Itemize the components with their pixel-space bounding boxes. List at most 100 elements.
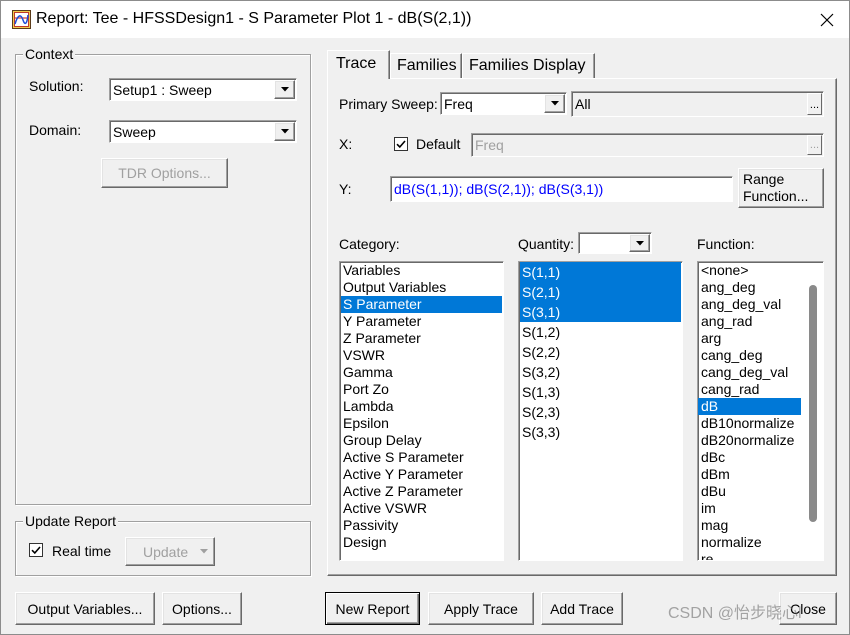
category-list-item[interactable]: S Parameter	[341, 296, 502, 313]
category-list-item[interactable]: Y Parameter	[341, 313, 502, 330]
quantity-list-item[interactable]: S(3,1)	[520, 302, 681, 322]
chevron-down-icon	[635, 240, 644, 245]
category-list-item[interactable]: Passivity	[341, 517, 502, 534]
category-list-item[interactable]: Variables	[341, 262, 502, 279]
checkmark-icon	[396, 140, 406, 149]
range-function-button[interactable]: Range Function...	[738, 168, 824, 208]
function-list-item[interactable]: cang_rad	[698, 381, 801, 398]
close-button[interactable]: Close	[779, 592, 837, 625]
category-list-item[interactable]: Lambda	[341, 398, 502, 415]
update-report-label: Update Report	[23, 512, 119, 530]
tab-families-display[interactable]: Families Display	[462, 53, 595, 78]
sweep-range-field[interactable]: All ...	[571, 91, 824, 117]
chevron-down-icon	[200, 549, 208, 554]
tab-families[interactable]: Families	[390, 53, 462, 78]
sweep-range-browse-button[interactable]: ...	[807, 93, 822, 115]
solution-dropdown[interactable]: Setup1 : Sweep	[109, 78, 297, 101]
category-label: Category:	[339, 236, 400, 252]
category-list-item[interactable]: VSWR	[341, 347, 502, 364]
function-list-item[interactable]: ang_rad	[698, 313, 801, 330]
tdr-options-button[interactable]: TDR Options...	[101, 158, 228, 188]
domain-value: Sweep	[113, 123, 156, 140]
primary-sweep-dropdown-button[interactable]	[544, 94, 565, 113]
function-list-item[interactable]: im	[698, 500, 801, 517]
sweep-range-value: All	[575, 96, 591, 112]
quantity-label: Quantity:	[518, 236, 575, 252]
x-label: X:	[339, 136, 353, 152]
output-variables-button[interactable]: Output Variables...	[15, 592, 155, 625]
window-title: Report: Tee - HFSSDesign1 - S Parameter …	[36, 10, 472, 27]
function-list-item[interactable]: <none>	[698, 262, 801, 279]
function-list-item[interactable]: ang_deg	[698, 279, 801, 296]
domain-label: Domain:	[29, 122, 82, 138]
category-list-item[interactable]: Active Y Parameter	[341, 466, 502, 483]
function-list-item[interactable]: dBc	[698, 449, 801, 466]
category-list-item[interactable]: Group Delay	[341, 432, 502, 449]
title-bar[interactable]: Report: Tee - HFSSDesign1 - S Parameter …	[0, 0, 850, 38]
category-list-item[interactable]: Output Variables	[341, 279, 502, 296]
category-list-item[interactable]: Active S Parameter	[341, 449, 502, 466]
scrollbar-thumb[interactable]	[809, 285, 817, 522]
primary-sweep-value: Freq	[444, 95, 473, 112]
x-sweep-field[interactable]: Freq ...	[471, 133, 824, 157]
add-trace-button[interactable]: Add Trace	[541, 592, 623, 625]
y-expression-field[interactable]: dB(S(1,1)); dB(S(2,1)); dB(S(3,1))	[390, 176, 733, 202]
category-list-item[interactable]: Port Zo	[341, 381, 502, 398]
quantity-filter-dropdown-button[interactable]	[629, 234, 650, 252]
quantity-list-item[interactable]: S(1,3)	[520, 382, 681, 402]
quantity-list-item[interactable]: S(1,1)	[520, 262, 681, 282]
category-list-rows: Variables Output Variables S Parameter Y Pa…	[341, 262, 502, 551]
update-button[interactable]: Update	[125, 537, 215, 566]
domain-dropdown[interactable]: Sweep	[109, 120, 297, 143]
x-default-checkbox[interactable]	[394, 137, 408, 151]
function-list-item[interactable]: ang_deg_val	[698, 296, 801, 313]
solution-value: Setup1 : Sweep	[113, 81, 212, 98]
close-icon[interactable]	[819, 12, 835, 28]
function-list-item[interactable]: dBu	[698, 483, 801, 500]
quantity-list-item[interactable]: S(1,2)	[520, 322, 681, 342]
report-plot-icon	[12, 10, 31, 29]
category-list-item[interactable]: Active VSWR	[341, 500, 502, 517]
real-time-checkbox[interactable]	[29, 543, 43, 557]
solution-dropdown-button[interactable]	[274, 80, 295, 99]
new-report-button[interactable]: New Report	[325, 592, 420, 625]
options-button[interactable]: Options...	[162, 592, 242, 625]
category-list-item[interactable]: Design	[341, 534, 502, 551]
quantity-filter-dropdown[interactable]	[578, 232, 652, 254]
function-list-item[interactable]: cang_deg_val	[698, 364, 801, 381]
solution-label: Solution:	[29, 78, 84, 94]
function-list-item[interactable]: re	[698, 551, 801, 560]
function-list-item[interactable]: dBm	[698, 466, 801, 483]
quantity-list-rows: S(1,1) S(2,1) S(3,1) S(1,2) S(2,2) S(3,2) S(1,…	[520, 262, 681, 442]
function-list[interactable]: <none> ang_deg ang_deg_val ang_rad arg cang_d…	[697, 261, 824, 561]
function-list-item[interactable]: mag	[698, 517, 801, 534]
function-list-scrollbar[interactable]	[803, 262, 822, 560]
domain-dropdown-button[interactable]	[274, 122, 295, 141]
real-time-label: Real time	[52, 543, 112, 559]
function-list-item[interactable]: arg	[698, 330, 801, 347]
category-list[interactable]: Variables Output Variables S Parameter Y Pa…	[339, 261, 504, 561]
y-label: Y:	[339, 181, 352, 197]
category-list-item[interactable]: Active Z Parameter	[341, 483, 502, 500]
category-list-item[interactable]: Z Parameter	[341, 330, 502, 347]
quantity-list-item[interactable]: S(3,3)	[520, 422, 681, 442]
function-list-item[interactable]: dB10normalize	[698, 415, 801, 432]
function-list-item[interactable]: cang_deg	[698, 347, 801, 364]
function-list-item[interactable]: dB	[698, 398, 801, 415]
y-expression-value: dB(S(1,1)); dB(S(2,1)); dB(S(3,1))	[394, 181, 604, 197]
quantity-list-item[interactable]: S(3,2)	[520, 362, 681, 382]
quantity-list-item[interactable]: S(2,1)	[520, 282, 681, 302]
quantity-list[interactable]: S(1,1) S(2,1) S(3,1) S(1,2) S(2,2) S(3,2) S(1,…	[518, 261, 683, 561]
quantity-list-item[interactable]: S(2,3)	[520, 402, 681, 422]
apply-trace-button[interactable]: Apply Trace	[428, 592, 534, 625]
quantity-list-item[interactable]: S(2,2)	[520, 342, 681, 362]
category-list-item[interactable]: Gamma	[341, 364, 502, 381]
x-sweep-browse-button[interactable]: ...	[807, 135, 822, 155]
function-label: Function:	[697, 236, 755, 252]
tab-trace[interactable]: Trace	[327, 50, 390, 79]
category-list-item[interactable]: Epsilon	[341, 415, 502, 432]
function-list-item[interactable]: dB20normalize	[698, 432, 801, 449]
chevron-down-icon	[280, 87, 289, 92]
primary-sweep-dropdown[interactable]: Freq	[440, 92, 567, 115]
function-list-item[interactable]: normalize	[698, 534, 801, 551]
